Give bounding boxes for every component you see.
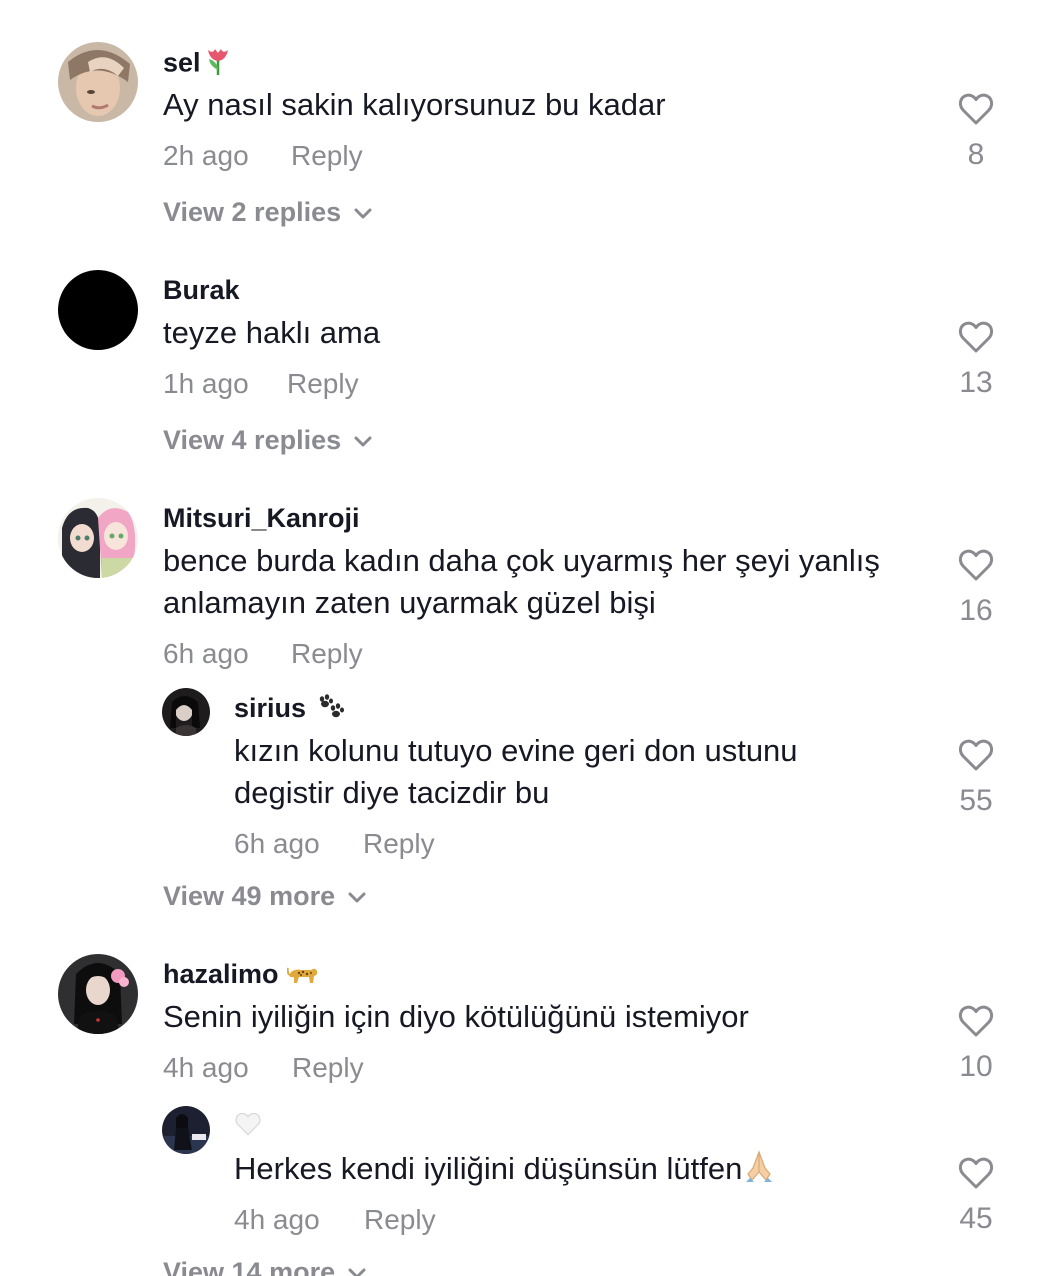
timestamp: 1h ago: [163, 368, 249, 399]
like-count: 55: [959, 784, 993, 817]
username[interactable]: [234, 1110, 262, 1144]
timestamp: 2h ago: [163, 140, 249, 171]
chevron-down-icon: [354, 208, 372, 219]
view-replies-button[interactable]: View 2 replies: [163, 196, 373, 228]
avatar[interactable]: [58, 270, 138, 350]
heart-icon[interactable]: [958, 548, 994, 582]
chevron-down-icon: [348, 1268, 366, 1276]
paw-prints-emoji: [314, 693, 346, 726]
like-count: 45: [959, 1202, 993, 1235]
username[interactable]: sel: [163, 46, 231, 83]
leopard-emoji: [286, 960, 319, 992]
tulip-emoji: [205, 46, 231, 83]
heart-icon[interactable]: [958, 1156, 994, 1190]
chevron-down-icon: [348, 892, 366, 903]
comment-text: Ay nasıl sakin kalıyorsunuz bu kadar: [163, 87, 666, 122]
like-count: 8: [967, 138, 985, 171]
reply-button[interactable]: Reply: [291, 140, 363, 172]
avatar[interactable]: [58, 954, 138, 1034]
reply-button[interactable]: Reply: [287, 368, 359, 400]
comment-text: Herkes kendi iyiliğini düşünsün lütfen: [234, 1148, 776, 1193]
avatar[interactable]: [162, 1106, 210, 1154]
chevron-down-icon: [354, 436, 372, 447]
heart-icon[interactable]: [958, 738, 994, 772]
avatar[interactable]: [162, 688, 210, 736]
comment-text-line-1: kızın kolunu tutuyo evine geri don ustun…: [234, 733, 798, 768]
username[interactable]: Mitsuri_Kanroji: [163, 502, 360, 534]
view-more-replies-button[interactable]: View 14 more: [163, 1256, 367, 1276]
username[interactable]: hazalimo: [163, 958, 319, 992]
reply-button[interactable]: Reply: [291, 638, 363, 670]
comment-text: Senin iyiliğin için diyo kötülüğünü iste…: [163, 999, 749, 1034]
like-count: 10: [959, 1050, 993, 1083]
reply-button[interactable]: Reply: [292, 1052, 364, 1084]
heart-icon[interactable]: [958, 320, 994, 354]
timestamp: 6h ago: [163, 638, 249, 669]
view-replies-button[interactable]: View 4 replies: [163, 424, 373, 456]
timestamp: 4h ago: [163, 1052, 249, 1083]
reply-button[interactable]: Reply: [363, 828, 435, 860]
like-count: 16: [959, 594, 993, 627]
username[interactable]: Burak: [163, 274, 240, 306]
timestamp: 4h ago: [234, 1204, 320, 1235]
comment-text-line-1: bence burda kadın daha çok uyarmış her ş…: [163, 543, 880, 578]
username[interactable]: sirius: [234, 692, 346, 726]
like-count: 13: [959, 366, 993, 399]
avatar[interactable]: [58, 498, 138, 578]
folded-hands-emoji: [742, 1148, 776, 1193]
reply-button[interactable]: Reply: [364, 1204, 436, 1236]
comment-text-line-2: anlamayın zaten uyarmak güzel bişi: [163, 585, 656, 620]
avatar[interactable]: [58, 42, 138, 122]
view-more-replies-button[interactable]: View 49 more: [163, 880, 367, 912]
heart-icon[interactable]: [958, 1004, 994, 1038]
white-heart-emoji: [234, 1111, 262, 1144]
comment-text-line-2: degistir diye tacizdir bu: [234, 775, 550, 810]
heart-icon[interactable]: [958, 92, 994, 126]
timestamp: 6h ago: [234, 828, 320, 859]
comment-text: teyze haklı ama: [163, 315, 381, 350]
